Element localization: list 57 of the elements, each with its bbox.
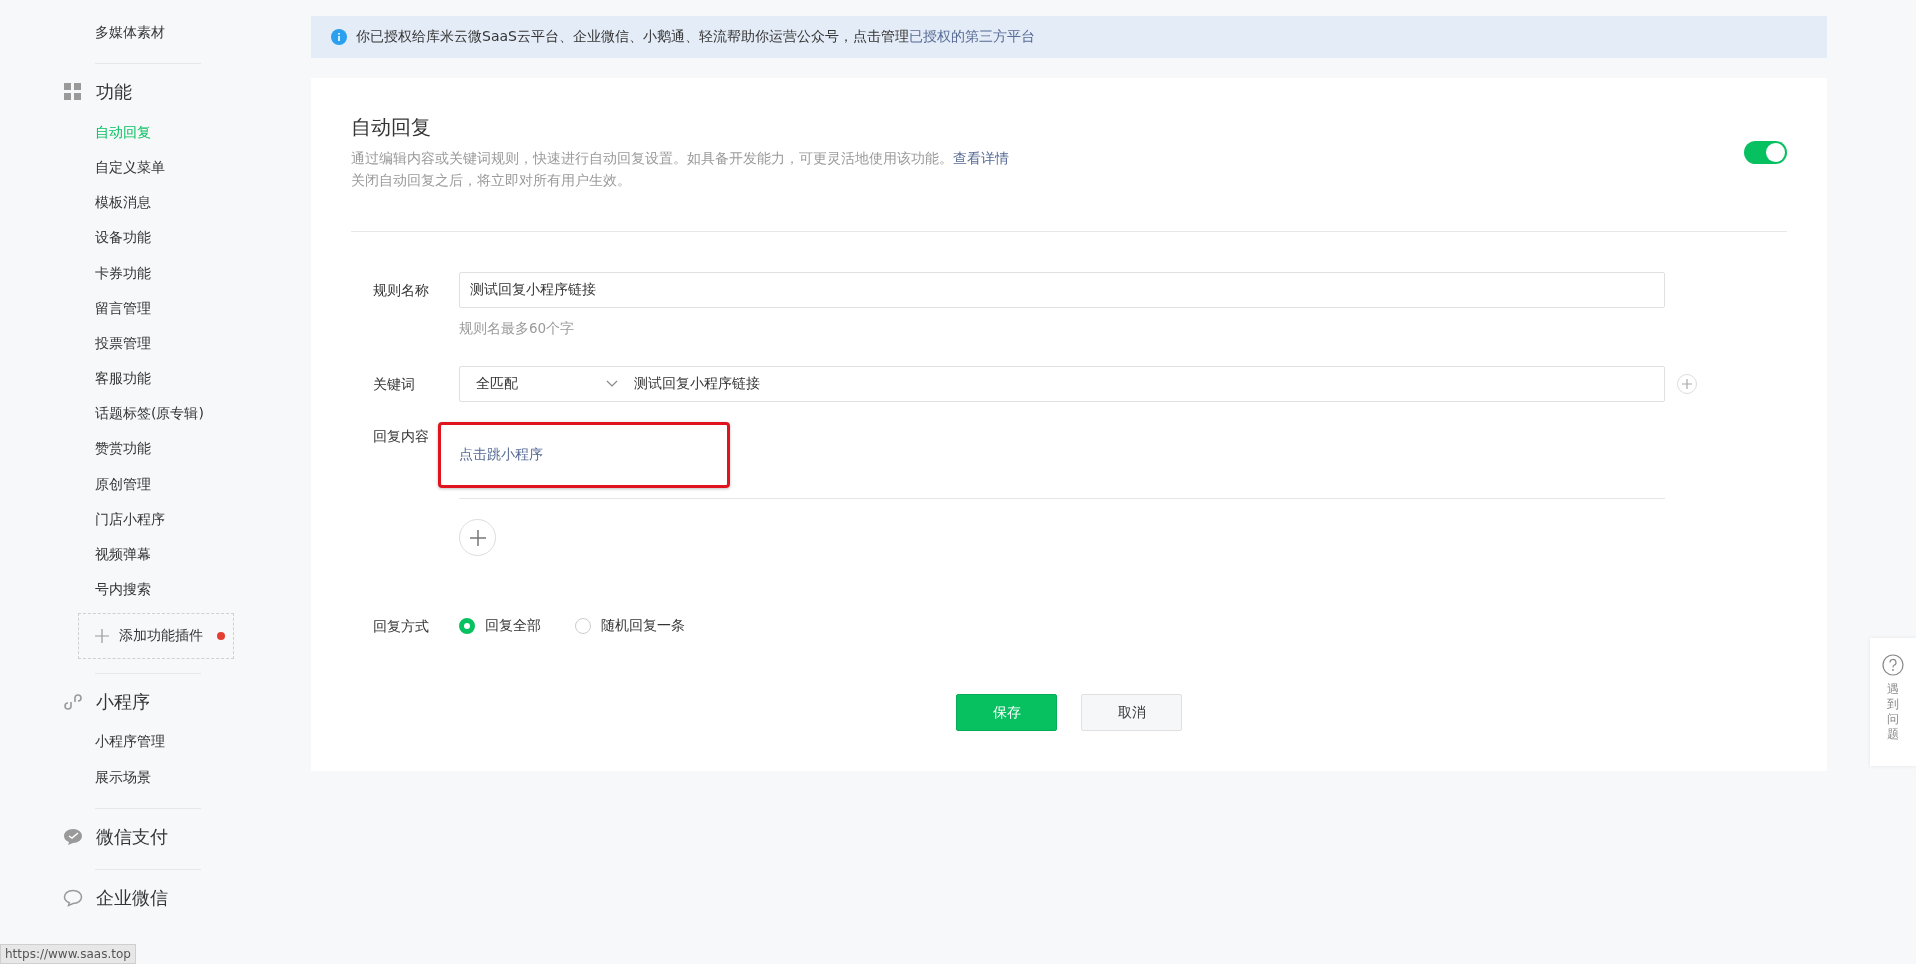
hint-text: 规则名最多60个字 <box>459 320 576 338</box>
sidebar-item[interactable]: 留言管理 <box>95 290 151 326</box>
grid-icon <box>63 83 83 102</box>
status-url: https://www.saas.top <box>0 944 136 964</box>
radio-button[interactable] <box>459 618 475 634</box>
plus-icon <box>1682 379 1692 389</box>
field-label: 回复内容 <box>373 427 430 446</box>
sidebar-item[interactable]: 客服功能 <box>95 360 151 396</box>
sidebar-item[interactable]: 投票管理 <box>95 325 151 361</box>
third-party-link[interactable]: 已授权的第三方平台 <box>908 28 1035 44</box>
notice-text: 你已授权给库米云微SaaS云平台、企业微信、小鹅通、轻流帮助你运营公众号，点击管理已授权的第三方平台 <box>356 28 1035 46</box>
note-text: 关闭自动回复之后，将立即对所有用户生效。 <box>351 171 632 190</box>
sidebar-section-title[interactable]: 小程序 <box>96 689 150 714</box>
question-icon <box>1882 654 1904 676</box>
keyword-box[interactable]: 全匹配 测试回复小程序链接 <box>459 366 1665 402</box>
radio-option[interactable]: 回复全部 <box>459 617 541 635</box>
sidebar-item[interactable]: 号内搜索 <box>95 571 151 607</box>
sidebar-section-title[interactable]: 微信支付 <box>96 825 168 850</box>
plus-icon <box>95 628 109 643</box>
sidebar-item[interactable]: 门店小程序 <box>95 501 165 537</box>
rule-name-field[interactable]: 测试回复小程序链接 <box>459 272 1665 308</box>
help-text: 遇到问题 <box>1887 682 1899 742</box>
sidebar-item[interactable]: 原创管理 <box>95 466 151 502</box>
plus-icon <box>469 529 486 546</box>
sidebar-item[interactable]: 展示场景 <box>95 759 151 795</box>
chat-icon <box>63 828 83 847</box>
radio-option[interactable]: 随机回复一条 <box>575 617 685 635</box>
toggle-switch[interactable] <box>1744 141 1787 164</box>
details-link[interactable]: 查看详情 <box>953 150 1009 166</box>
field-label: 规则名称 <box>373 281 430 300</box>
match-dropdown[interactable]: 全匹配 <box>460 367 632 401</box>
chat-bubble-icon <box>63 889 83 908</box>
sidebar-item[interactable]: 赞赏功能 <box>95 430 151 467</box>
sidebar-item[interactable]: 视频弹幕 <box>95 536 151 572</box>
sidebar-item[interactable]: 设备功能 <box>95 219 151 255</box>
field-label: 关键词 <box>373 375 416 394</box>
sidebar-section-title[interactable]: 功能 <box>96 80 132 105</box>
sidebar-item[interactable]: 自定义菜单 <box>95 149 165 185</box>
info-icon <box>331 29 347 45</box>
radio-button[interactable] <box>575 618 591 634</box>
help-panel[interactable]: 遇到问题 <box>1870 638 1916 766</box>
add-plugin-button[interactable]: 添加功能插件 <box>78 612 234 659</box>
field-label: 回复方式 <box>373 617 430 636</box>
sidebar-item[interactable]: 多媒体素材 <box>95 14 165 50</box>
cancel-button[interactable]: 取消 <box>1081 694 1182 731</box>
chevron-down-icon <box>606 380 618 388</box>
link-icon <box>63 692 83 711</box>
add-reply-button[interactable] <box>459 519 496 556</box>
sidebar-item[interactable]: 卡券功能 <box>95 254 151 291</box>
sidebar-item[interactable]: 模板消息 <box>95 184 151 220</box>
add-keyword-button[interactable] <box>1677 374 1697 394</box>
page-title: 自动回复 <box>351 114 432 141</box>
sidebar-item[interactable]: 小程序管理 <box>95 723 165 759</box>
sidebar-item[interactable]: 话题标签(原专辑) <box>95 395 204 431</box>
reply-link[interactable]: 点击跳小程序 <box>459 446 543 464</box>
description-text: 通过编辑内容或关键词规则，快速进行自动回复设置。如具备开发能力，可更灵活地使用该功能。查看详情 <box>351 149 1009 168</box>
sidebar-section-title[interactable]: 企业微信 <box>96 886 168 911</box>
